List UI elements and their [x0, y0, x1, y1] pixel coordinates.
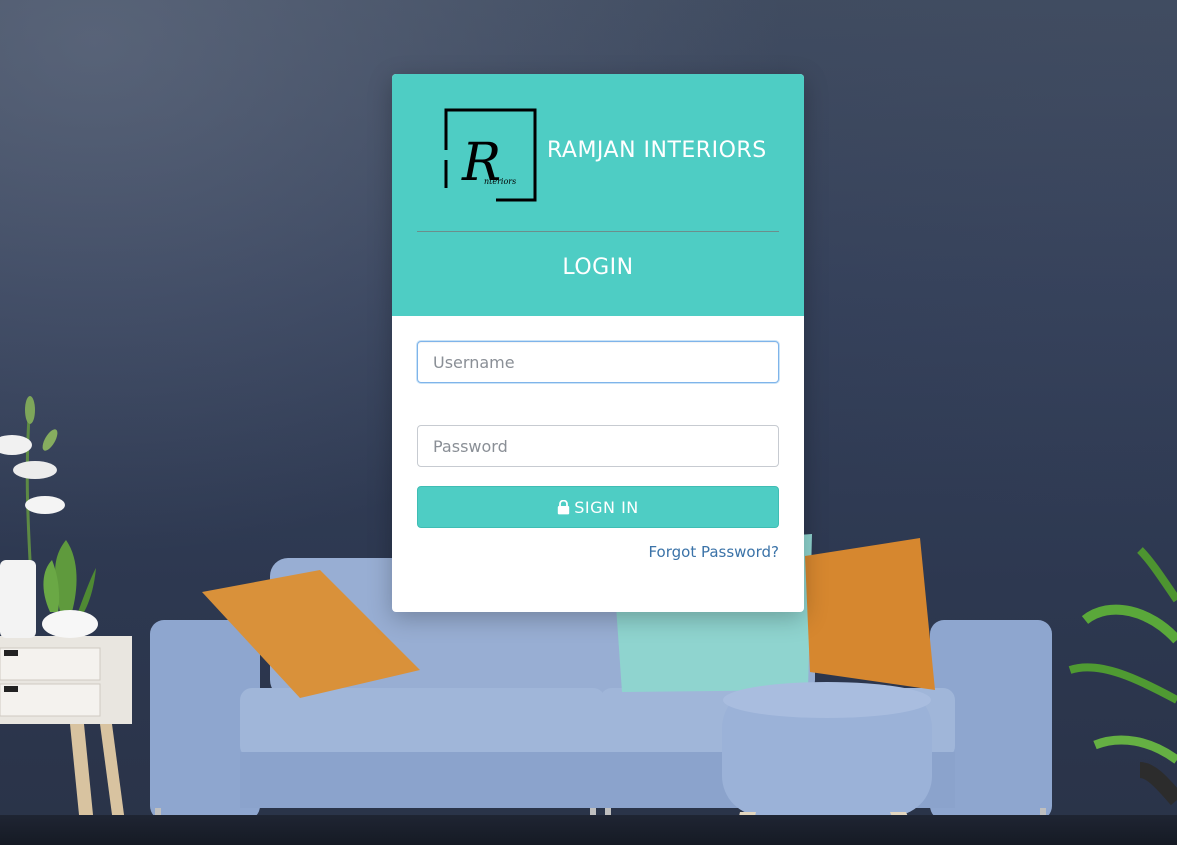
password-input[interactable] [417, 425, 779, 467]
brand-logo: R nteriors [444, 108, 537, 202]
sign-in-label: SIGN IN [574, 497, 639, 517]
left-plants [0, 396, 98, 638]
side-table [0, 636, 132, 845]
sign-in-button[interactable]: SIGN IN [417, 486, 779, 528]
forgot-password-link[interactable]: Forgot Password? [648, 543, 779, 561]
right-plant [1068, 547, 1177, 806]
header-divider [417, 231, 779, 232]
username-input[interactable] [417, 341, 779, 383]
brand-name: RAMJAN INTERIORS [547, 138, 767, 163]
lock-icon [558, 499, 570, 514]
floor [0, 815, 1177, 845]
logo-subtext: nteriors [484, 177, 516, 186]
login-card: R nteriors RAMJAN INTERIORS LOGIN SIGN I… [392, 74, 804, 612]
card-header: R nteriors RAMJAN INTERIORS LOGIN [392, 74, 804, 316]
login-title: LOGIN [562, 255, 634, 280]
